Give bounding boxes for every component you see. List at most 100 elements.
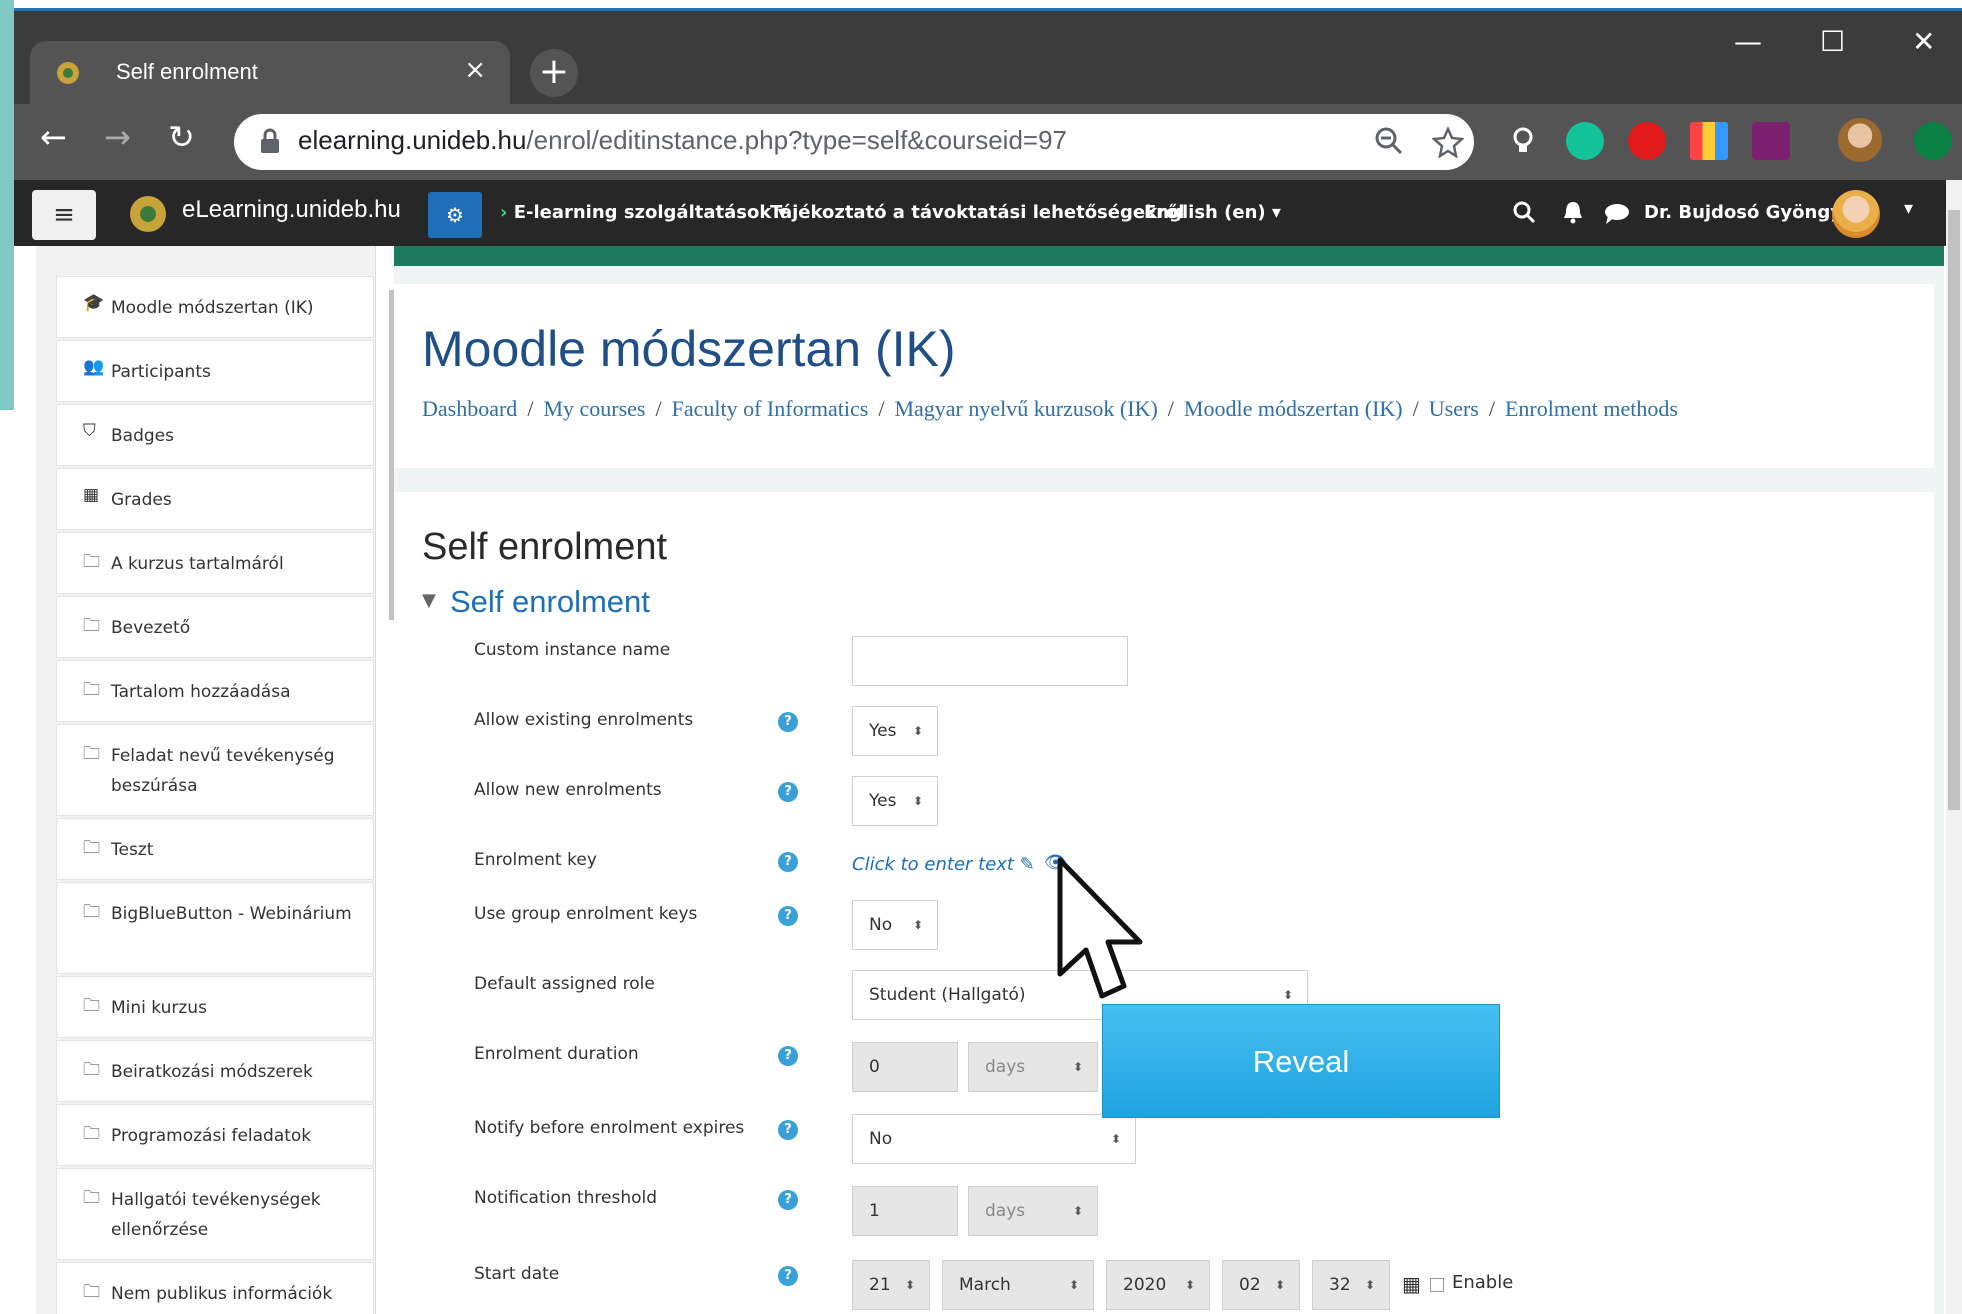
menu-elearning-services[interactable]: › E-learning szolgáltatások ▾ bbox=[500, 202, 787, 223]
menu-toggle-button[interactable]: ≡ bbox=[32, 190, 96, 240]
section-heading[interactable]: Self enrolment bbox=[450, 584, 650, 620]
maximize-icon[interactable]: ☐ bbox=[1820, 25, 1845, 58]
notification-threshold-unit-select[interactable]: days ⬍ bbox=[968, 1186, 1098, 1236]
notification-threshold-input[interactable]: 1 bbox=[852, 1186, 958, 1236]
user-name[interactable]: Dr. Bujdosó Gyöngyi bbox=[1644, 202, 1848, 223]
drawer-item-section[interactable]: 🗀 Teszt bbox=[56, 818, 374, 880]
drawer-item-section[interactable]: 🗀 Feladat nevű tevékenység beszúrása bbox=[56, 724, 374, 816]
drawer-item-section[interactable]: 🗀 Hallgatói tevékenységek ellenőrzése bbox=[56, 1168, 374, 1260]
start-minute-select[interactable]: 32 ⬍ bbox=[1312, 1260, 1390, 1310]
drawer-item-section[interactable]: 🗀 Mini kurzus bbox=[56, 976, 374, 1038]
address-bar[interactable]: elearning.unideb.hu/enrol/editinstance.p… bbox=[234, 114, 1474, 170]
site-name[interactable]: eLearning.unideb.hu bbox=[182, 196, 401, 224]
user-menu-chevron-icon[interactable]: ▾ bbox=[1904, 198, 1913, 219]
notifications-bell-icon[interactable] bbox=[1562, 200, 1584, 224]
folder-icon: 🗀 bbox=[83, 1060, 100, 1080]
close-window-icon[interactable]: ✕ bbox=[1912, 25, 1935, 58]
notify-before-select[interactable]: No ⬍ bbox=[852, 1114, 1136, 1164]
menu-elearning-label: E-learning szolgáltatások bbox=[513, 202, 772, 223]
bookmark-star-icon[interactable] bbox=[1432, 126, 1464, 158]
default-role-label: Default assigned role bbox=[474, 974, 655, 994]
adblock-icon[interactable] bbox=[1628, 122, 1666, 160]
user-avatar[interactable] bbox=[1832, 190, 1880, 238]
drawer-item-section[interactable]: 🗀 Programozási feladatok bbox=[56, 1104, 374, 1166]
browser-tab[interactable]: Self enrolment × bbox=[30, 41, 510, 107]
office-icon[interactable] bbox=[1752, 122, 1790, 160]
back-icon[interactable]: ← bbox=[40, 118, 67, 156]
help-icon[interactable]: ? bbox=[778, 1190, 798, 1210]
input-value: 0 bbox=[869, 1057, 880, 1077]
start-hour-select[interactable]: 02 ⬍ bbox=[1222, 1260, 1300, 1310]
help-icon[interactable]: ? bbox=[778, 782, 798, 802]
breadcrumb-link[interactable]: Faculty of Informatics bbox=[672, 396, 869, 421]
drawer-item-label: Tartalom hozzáadása bbox=[111, 682, 291, 702]
start-year-select[interactable]: 2020 ⬍ bbox=[1106, 1260, 1210, 1310]
url-text[interactable]: elearning.unideb.hu/enrol/editinstance.p… bbox=[298, 125, 1067, 156]
drawer-item-label: Beiratkozási módszerek bbox=[111, 1062, 313, 1082]
select-arrows-icon: ⬍ bbox=[1184, 1278, 1195, 1292]
help-icon[interactable]: ? bbox=[778, 1046, 798, 1066]
update-arrow-icon[interactable] bbox=[1914, 122, 1952, 160]
help-icon[interactable]: ? bbox=[778, 712, 798, 732]
select-arrows-icon: ⬍ bbox=[1068, 1278, 1079, 1292]
help-icon[interactable]: ? bbox=[778, 852, 798, 872]
reload-icon[interactable]: ↻ bbox=[168, 118, 195, 156]
drawer-item-section[interactable]: 🗀 BigBlueButton - Webinárium bbox=[56, 882, 374, 974]
zoom-icon[interactable] bbox=[1374, 126, 1404, 156]
drawer-item-participants[interactable]: 👥 Participants bbox=[56, 340, 374, 402]
pencil-icon: ✎ bbox=[1019, 854, 1035, 875]
calendar-icon[interactable]: ▦ bbox=[1402, 1272, 1421, 1296]
menu-distance-learning-info[interactable]: Tájékoztató a távoktatási lehetőségekről bbox=[770, 202, 1184, 223]
drawer-item-grades[interactable]: ▦ Grades bbox=[56, 468, 374, 530]
group-keys-select[interactable]: No ⬍ bbox=[852, 900, 938, 950]
page-scrollbar-thumb[interactable] bbox=[1948, 210, 1960, 810]
bulb-icon[interactable] bbox=[1504, 122, 1542, 160]
breadcrumb-link[interactable]: Users bbox=[1429, 396, 1479, 421]
breadcrumb-link[interactable]: Magyar nyelvű kurzusok (IK) bbox=[894, 396, 1157, 421]
group-keys-label: Use group enrolment keys bbox=[474, 904, 698, 924]
breadcrumb-link[interactable]: Dashboard bbox=[422, 396, 517, 421]
custom-instance-name-input[interactable] bbox=[852, 636, 1128, 686]
breadcrumb-link[interactable]: Enrolment methods bbox=[1505, 396, 1678, 421]
help-icon[interactable]: ? bbox=[778, 1120, 798, 1140]
minimize-icon[interactable]: — bbox=[1734, 25, 1762, 58]
help-icon[interactable]: ? bbox=[778, 1266, 798, 1286]
start-month-select[interactable]: March ⬍ bbox=[942, 1260, 1094, 1310]
breadcrumb-link[interactable]: My courses bbox=[543, 396, 645, 421]
start-date-enable-checkbox[interactable] bbox=[1430, 1278, 1444, 1292]
drawer-item-section[interactable]: 🗀 Nem publikus információk bbox=[56, 1262, 374, 1314]
drawer-item-section[interactable]: 🗀 A kurzus tartalmáról bbox=[56, 532, 374, 594]
enrolment-key-editable[interactable]: Click to enter text ✎ bbox=[852, 854, 1035, 875]
allow-existing-select[interactable]: Yes ⬍ bbox=[852, 706, 938, 756]
profile-avatar-icon[interactable] bbox=[1838, 118, 1882, 162]
drawer-item-section[interactable]: 🗀 Beiratkozási módszerek bbox=[56, 1040, 374, 1102]
drawer-item-section[interactable]: 🗀 Bevezető bbox=[56, 596, 374, 658]
allow-new-select[interactable]: Yes ⬍ bbox=[852, 776, 938, 826]
messages-icon[interactable] bbox=[1604, 202, 1630, 224]
tab-close-icon[interactable]: × bbox=[464, 55, 486, 85]
start-day-select[interactable]: 21 ⬍ bbox=[852, 1260, 930, 1310]
breadcrumb-link[interactable]: Moodle módszertan (IK) bbox=[1184, 396, 1403, 421]
browser-window: Self enrolment × + — ☐ ✕ ← → ↻ elearning… bbox=[14, 8, 1962, 1314]
drawer-item-badges[interactable]: ⛉ Badges bbox=[56, 404, 374, 466]
drawer-item-section[interactable]: 🗀 Tartalom hozzáadása bbox=[56, 660, 374, 722]
page-scrollbar[interactable] bbox=[1946, 180, 1962, 1314]
select-arrows-icon: ⬍ bbox=[912, 724, 923, 738]
folder-icon: 🗀 bbox=[83, 616, 100, 636]
grammarly-icon[interactable] bbox=[1566, 122, 1604, 160]
color-grid-icon[interactable] bbox=[1690, 122, 1728, 160]
drawer-item-label: Participants bbox=[111, 362, 211, 382]
drawer-item-course-home[interactable]: 🎓 Moodle módszertan (IK) bbox=[56, 276, 374, 338]
folder-icon: 🗀 bbox=[83, 744, 100, 764]
new-tab-button[interactable]: + bbox=[530, 49, 578, 97]
section-collapse-icon[interactable]: ▼ bbox=[422, 590, 436, 611]
drawer-item-label: Grades bbox=[111, 490, 172, 510]
folder-icon: 🗀 bbox=[83, 1124, 100, 1144]
help-icon[interactable]: ? bbox=[778, 906, 798, 926]
enrolment-duration-input[interactable]: 0 bbox=[852, 1042, 958, 1092]
language-menu[interactable]: English (en) ▾ bbox=[1144, 202, 1281, 223]
enrolment-duration-unit-select[interactable]: days ⬍ bbox=[968, 1042, 1098, 1092]
forward-icon[interactable]: → bbox=[104, 118, 131, 156]
search-icon[interactable] bbox=[1512, 200, 1536, 224]
settings-cogs-icon[interactable]: ⚙ bbox=[428, 192, 482, 238]
